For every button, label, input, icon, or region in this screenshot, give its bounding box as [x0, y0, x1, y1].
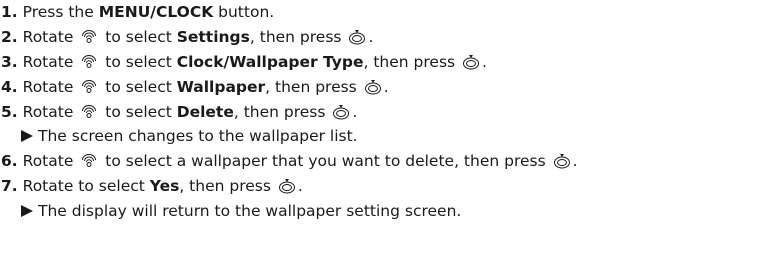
rotary-dial-icon [80, 104, 98, 120]
step-text: to select [105, 52, 177, 71]
step-text: to select [105, 102, 177, 121]
step-text: , then press [363, 52, 456, 71]
step-text: , then press [179, 177, 271, 196]
step-6: 6. Rotate to select a wallpaper that you… [1, 149, 765, 174]
step-text: . [368, 27, 374, 46]
result-arrow-icon [21, 205, 33, 218]
step-text: Rotate [22, 77, 74, 96]
rotary-dial-icon [80, 79, 98, 95]
step-5: 5. Rotate to select Delete, then press . [1, 100, 765, 125]
step-7-result: The display will return to the wallpaper… [1, 199, 765, 224]
step-text: Rotate [22, 27, 74, 46]
enter-button-icon [553, 153, 571, 169]
step-text: . [352, 102, 358, 121]
menu-item-wallpaper: Wallpaper [176, 77, 266, 96]
step-text: Rotate to select [22, 177, 150, 196]
menu-clock-button-label: MENU/CLOCK [98, 3, 214, 21]
step-2: 2. Rotate to select Settings, then press… [1, 25, 765, 50]
step-text: , then press [249, 27, 342, 46]
step-text: . [297, 177, 303, 196]
step-text: to select a wallpaper that you want to d… [105, 152, 546, 171]
step-text: . [482, 52, 487, 71]
step-number: 5. [1, 102, 18, 121]
step-number: 2. [1, 27, 18, 46]
enter-button-icon [348, 29, 366, 45]
menu-item-delete: Delete [176, 102, 234, 121]
result-arrow-icon [21, 130, 33, 143]
step-number: 6. [1, 152, 18, 171]
menu-item-clock-wallpaper-type: Clock/Wallpaper Type [176, 52, 364, 71]
step-text: Press the [22, 3, 99, 21]
step-number: 7. [1, 177, 18, 196]
step-number: 4. [1, 77, 18, 96]
enter-button-icon [332, 104, 350, 120]
step-text: to select [105, 27, 177, 46]
step-5-result: The screen changes to the wallpaper list… [1, 124, 765, 149]
rotary-dial-icon [80, 153, 98, 169]
step-text: Rotate [22, 102, 74, 121]
step-text: , then press [265, 77, 357, 96]
step-7: 7. Rotate to select Yes, then press . [1, 174, 765, 199]
rotary-dial-icon [80, 54, 98, 70]
step-text: . [572, 152, 578, 171]
step-text: . [383, 77, 389, 96]
step-number: 1. [1, 3, 18, 21]
step-4: 4. Rotate to select Wallpaper, then pres… [1, 75, 765, 100]
step-1: 1. Press the MENU/CLOCK button. [1, 0, 765, 25]
enter-button-icon [364, 79, 382, 95]
result-text: The screen changes to the wallpaper list… [38, 127, 358, 146]
option-yes: Yes [149, 177, 180, 196]
step-text: to select [105, 77, 177, 96]
rotary-dial-icon [80, 29, 98, 45]
step-text: , then press [233, 102, 326, 121]
step-number: 3. [1, 52, 18, 71]
enter-button-icon [278, 178, 296, 194]
menu-item-settings: Settings [176, 27, 250, 46]
step-text: Rotate [22, 52, 74, 71]
step-3: 3. Rotate to select Clock/Wallpaper Type… [1, 50, 765, 75]
step-text: Rotate [22, 152, 74, 171]
step-text: button. [213, 3, 275, 21]
enter-button-icon [462, 54, 480, 70]
instruction-list: 1. Press the MENU/CLOCK button. 2. Rotat… [1, 0, 765, 224]
result-text: The display will return to the wallpaper… [38, 202, 462, 221]
